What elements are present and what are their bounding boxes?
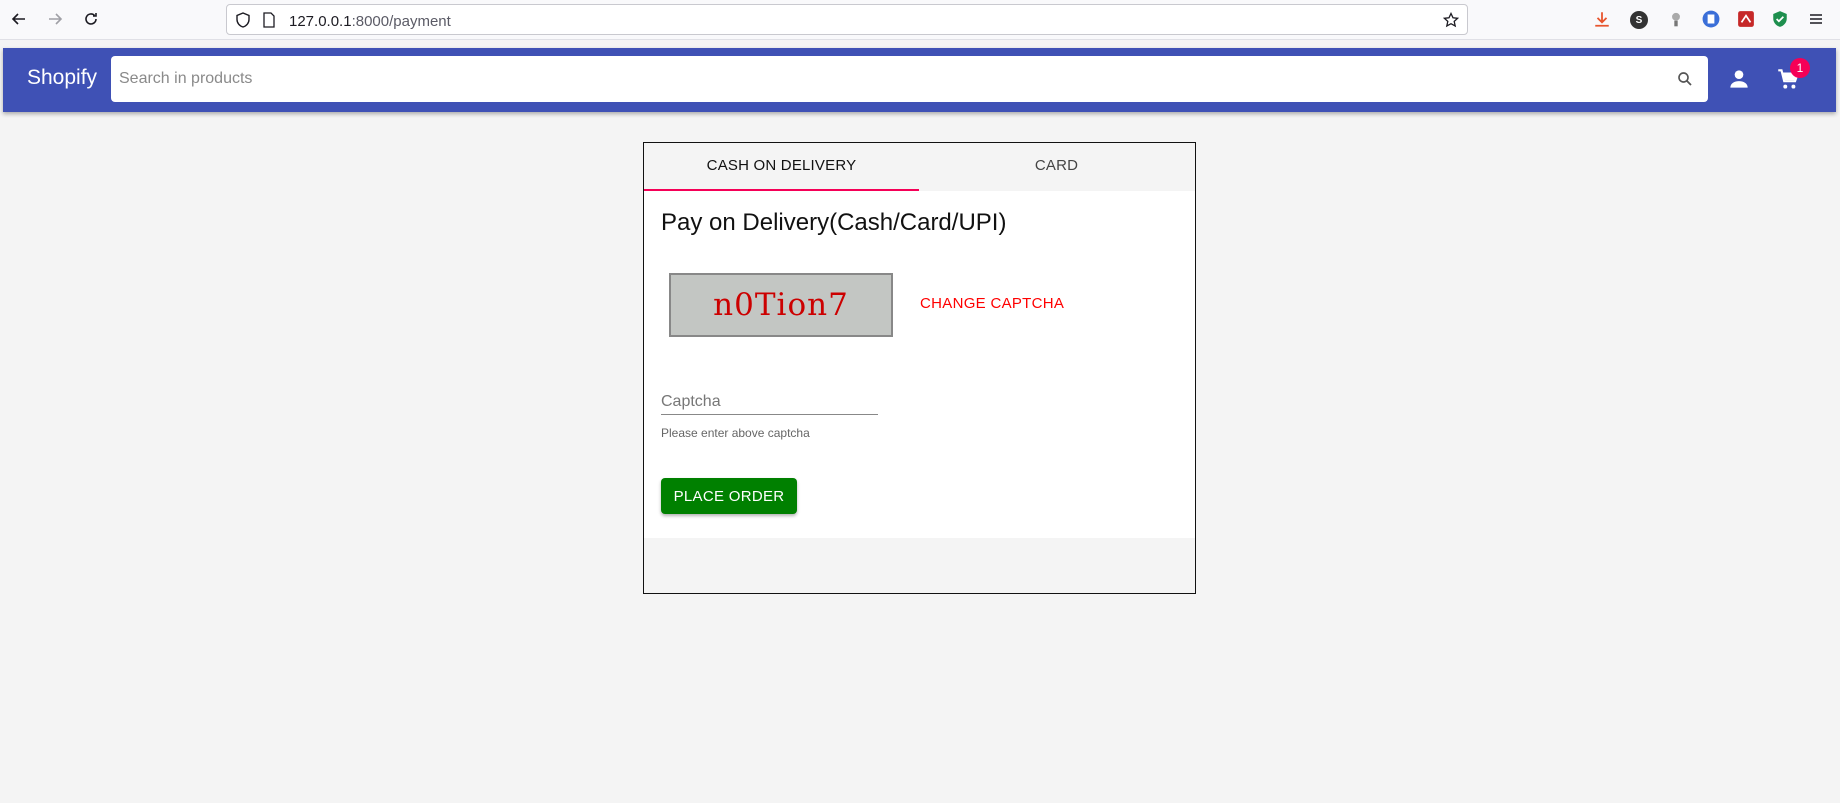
captcha-input[interactable] — [661, 389, 878, 415]
account-icon[interactable] — [1726, 66, 1752, 92]
downloads-icon[interactable] — [1593, 10, 1611, 28]
browser-toolbar: 127.0.0.1:8000/payment S — [0, 0, 1840, 40]
shield-icon[interactable] — [235, 12, 251, 28]
payment-tabs: CASH ON DELIVERY CARD — [644, 143, 1195, 191]
back-icon[interactable] — [8, 8, 30, 30]
search-input[interactable] — [119, 56, 1659, 102]
tab-card[interactable]: CARD — [919, 143, 1194, 191]
extension-doc-icon[interactable] — [1702, 10, 1720, 28]
captcha-text: n0Tion7 — [713, 287, 849, 323]
extension-red-icon[interactable] — [1737, 10, 1755, 28]
address-bar[interactable]: 127.0.0.1:8000/payment — [226, 4, 1468, 35]
cart-count-badge: 1 — [1790, 58, 1810, 78]
search-icon[interactable] — [1676, 70, 1694, 88]
search-box — [111, 56, 1708, 102]
cod-tab-content: Pay on Delivery(Cash/Card/UPI) n0Tion7 C… — [644, 191, 1195, 538]
extension-s-icon[interactable]: S — [1630, 11, 1648, 29]
captcha-helper-text: Please enter above captcha — [661, 426, 810, 440]
place-order-button[interactable]: PLACE ORDER — [661, 478, 797, 514]
reload-icon[interactable] — [80, 8, 102, 30]
url-text: 127.0.0.1:8000/payment — [289, 13, 451, 30]
tab-cash-on-delivery[interactable]: CASH ON DELIVERY — [644, 143, 919, 191]
extension-shield-icon[interactable] — [1771, 10, 1789, 28]
menu-icon[interactable] — [1808, 11, 1824, 27]
app-bar: Shopify 1 — [3, 48, 1836, 112]
change-captcha-button[interactable]: CHANGE CAPTCHA — [920, 295, 1064, 312]
extension-bulb-icon[interactable] — [1667, 10, 1685, 28]
bookmark-star-icon[interactable] — [1443, 12, 1459, 28]
captcha-image: n0Tion7 — [669, 273, 893, 337]
page-icon — [263, 12, 275, 28]
brand-logo[interactable]: Shopify — [27, 66, 97, 90]
payment-title: Pay on Delivery(Cash/Card/UPI) — [661, 209, 1007, 236]
payment-panel: CASH ON DELIVERY CARD Pay on Delivery(Ca… — [643, 142, 1196, 594]
forward-icon[interactable] — [44, 8, 66, 30]
